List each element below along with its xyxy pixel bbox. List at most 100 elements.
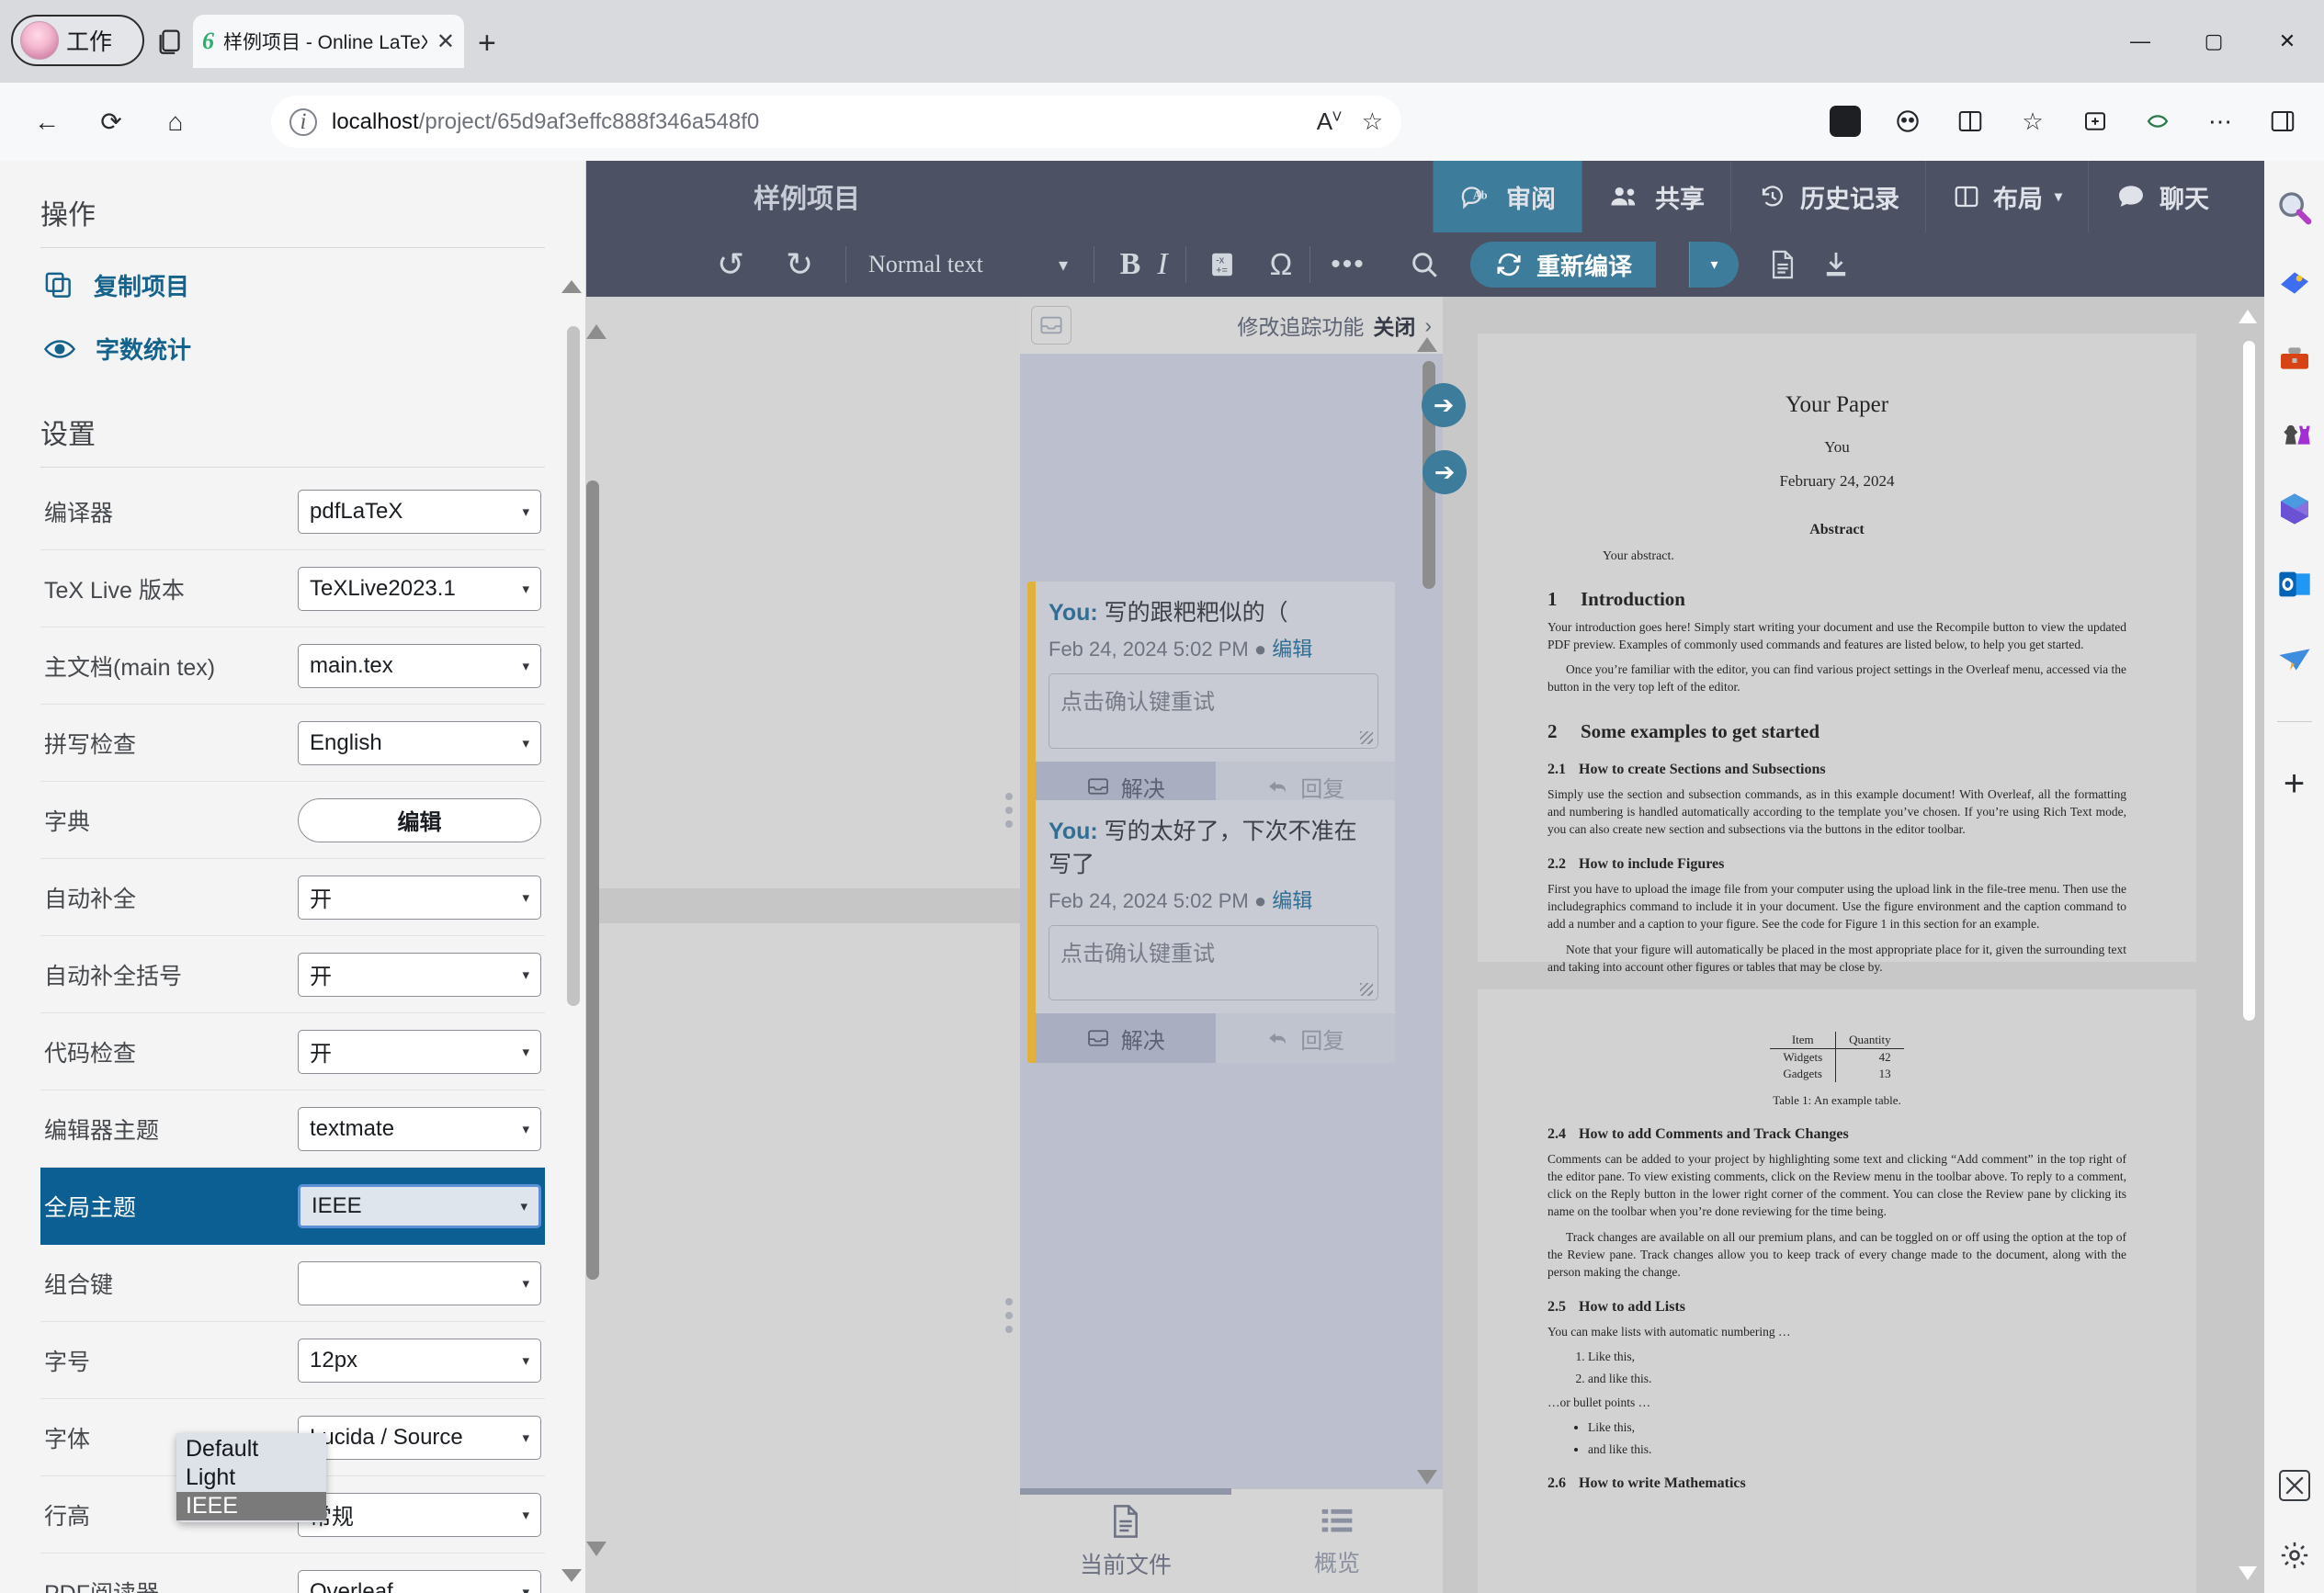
site-info-icon[interactable]: i	[289, 107, 317, 136]
close-window-button[interactable]: ✕	[2250, 0, 2324, 83]
comment-reply-input[interactable]: 点击确认键重试	[1049, 673, 1378, 749]
chevron-down-icon[interactable]: ▾	[1059, 232, 1068, 297]
games-chess-icon[interactable]	[2275, 414, 2314, 453]
minimize-button[interactable]: —	[2103, 0, 2177, 83]
document-icon[interactable]	[1755, 232, 1810, 297]
sidebar-toggle-icon[interactable]	[2254, 94, 2311, 149]
split-window-icon[interactable]	[1942, 94, 1999, 149]
more-options-icon[interactable]: •••	[1316, 232, 1380, 297]
setting-select[interactable]: IEEE ▾	[298, 1183, 541, 1228]
copy-project-action[interactable]: 复制项目	[40, 254, 545, 317]
setting-button[interactable]: 编辑	[298, 797, 541, 842]
setting-select[interactable]: 12px ▾	[298, 1338, 541, 1383]
global-theme-dropdown[interactable]: Default Light IEEE	[176, 1433, 326, 1522]
browser-essentials-icon[interactable]	[2129, 94, 2186, 149]
outlook-icon[interactable]	[2275, 565, 2314, 604]
header-button-review[interactable]: Ab 审阅	[1432, 161, 1581, 232]
pdf-scroll-up-arrow[interactable]	[2239, 310, 2257, 323]
text-style-select[interactable]: Normal text	[841, 251, 983, 278]
toolbox-icon[interactable]	[2275, 339, 2314, 378]
favorite-star-icon[interactable]: ☆	[1362, 107, 1383, 136]
editor-scroll-down-arrow[interactable]	[586, 1542, 607, 1556]
setting-select[interactable]: 常规 ▾	[298, 1492, 541, 1537]
resolve-button[interactable]: 解决	[1036, 1013, 1216, 1063]
more-settings-icon[interactable]: ⋯	[2192, 94, 2249, 149]
comment-edit-link[interactable]: 编辑	[1272, 889, 1312, 912]
tab-overview[interactable]: 概览	[1231, 1489, 1443, 1593]
search-icon[interactable]	[2275, 188, 2314, 227]
tab-current-file[interactable]: 当前文件	[1020, 1488, 1231, 1593]
undo-icon[interactable]: ↺	[717, 232, 744, 297]
setting-select[interactable]: Overleaf ▾	[298, 1569, 541, 1593]
setting-select[interactable]: Lucida / Source ▾	[298, 1415, 541, 1460]
collections-icon[interactable]	[2067, 94, 2124, 149]
editor-scrollbar-thumb[interactable]	[586, 480, 599, 1280]
pane-drag-handle[interactable]	[1005, 793, 1013, 828]
new-tab-button[interactable]: +	[478, 26, 496, 62]
settings-gear-icon[interactable]	[2275, 1536, 2314, 1575]
collapse-left-arrow-button[interactable]: ➔	[1423, 450, 1467, 494]
address-bar[interactable]: i localhost/project/65d9af3effc888f346a5…	[271, 96, 1401, 148]
shopping-tag-icon[interactable]	[2275, 264, 2314, 302]
recompile-options-caret[interactable]: ▾	[1689, 242, 1739, 288]
track-changes-toggle[interactable]: 修改追踪功能 关闭 ›	[1237, 310, 1432, 341]
setting-select[interactable]: TeXLive2023.1 ▾	[298, 566, 541, 611]
expand-right-arrow-button[interactable]: ➔	[1422, 383, 1466, 427]
setting-select[interactable]: 开 ▾	[298, 952, 541, 997]
drawer-scroll-up-arrow[interactable]	[561, 280, 582, 293]
redo-icon[interactable]: ↻	[786, 232, 813, 297]
review-scroll-up-arrow[interactable]	[1417, 337, 1437, 352]
header-button-layout[interactable]: 布局 ▾	[1924, 161, 2088, 232]
reload-icon[interactable]: ⟳	[79, 95, 143, 150]
favorites-icon[interactable]: ☆	[2004, 94, 2061, 149]
header-button-chat[interactable]: 聊天	[2088, 161, 2235, 232]
browser-tab[interactable]: 6 样例项目 - Online LaTeX Editor O ✕	[193, 15, 464, 68]
header-button-history[interactable]: 历史记录	[1729, 161, 1925, 232]
screenshot-icon[interactable]	[2275, 1466, 2314, 1505]
maximize-button[interactable]: ▢	[2177, 0, 2250, 83]
theme-option-default[interactable]: Default	[176, 1435, 326, 1463]
reply-button[interactable]: 回复	[1215, 1013, 1395, 1063]
split-screen-black-icon[interactable]	[1817, 94, 1874, 149]
comment-card[interactable]: You: 写的太好了，下次不准在写了 Feb 24, 2024 5:02 PM …	[1027, 800, 1395, 1063]
setting-select[interactable]: pdfLaTeX ▾	[298, 489, 541, 534]
pdf-scrollbar-thumb[interactable]	[2243, 341, 2255, 1021]
theme-option-ieee[interactable]: IEEE	[176, 1492, 326, 1520]
pane-drag-handle[interactable]	[1005, 1298, 1013, 1333]
drawer-scrollbar-thumb[interactable]	[567, 326, 580, 1006]
setting-select[interactable]: main.tex ▾	[298, 643, 541, 688]
copilot-icon[interactable]	[1879, 94, 1936, 149]
setting-select[interactable]: 开 ▾	[298, 875, 541, 920]
add-sidebar-app-icon[interactable]: +	[2275, 763, 2314, 804]
setting-select[interactable]: ▾	[298, 1260, 541, 1305]
theme-option-light[interactable]: Light	[176, 1463, 326, 1492]
word-count-action[interactable]: 字数统计	[40, 317, 545, 380]
pdf-scroll-down-arrow[interactable]	[2239, 1566, 2257, 1580]
recompile-button[interactable]: 重新编译	[1470, 242, 1657, 288]
chat-bubble-icon	[2119, 186, 2143, 207]
setting-select[interactable]: textmate ▾	[298, 1106, 541, 1151]
header-button-share[interactable]: 共享	[1581, 161, 1730, 232]
download-icon[interactable]	[1808, 232, 1864, 297]
editor-scroll-up-arrow[interactable]	[586, 324, 607, 339]
math-icon[interactable]: -x +=	[1193, 232, 1252, 297]
inbox-icon[interactable]	[1031, 306, 1071, 345]
telegram-paper-plane-icon[interactable]	[2275, 640, 2314, 679]
setting-select[interactable]: 开 ▾	[298, 1029, 541, 1074]
home-icon[interactable]: ⌂	[143, 95, 208, 150]
drawer-scroll-down-arrow[interactable]	[561, 1569, 582, 1582]
review-scroll-down-arrow[interactable]	[1417, 1470, 1437, 1485]
profile-pill[interactable]: 工作	[11, 15, 144, 66]
comment-card[interactable]: You: 写的跟粑粑似的（ Feb 24, 2024 5:02 PM ● 编辑 …	[1027, 582, 1395, 811]
comment-edit-link[interactable]: 编辑	[1272, 638, 1312, 661]
pdf-preview-pane[interactable]: Your Paper You February 24, 2024 Abstrac…	[1443, 297, 2264, 1593]
back-icon[interactable]: ←	[15, 95, 79, 150]
setting-select[interactable]: English ▾	[298, 720, 541, 765]
tab-collections-icon[interactable]	[152, 22, 190, 61]
comment-reply-input[interactable]: 点击确认键重试	[1049, 925, 1378, 1000]
search-icon[interactable]	[1388, 232, 1461, 297]
microsoft365-icon[interactable]	[2275, 490, 2314, 528]
close-icon[interactable]: ✕	[436, 28, 455, 55]
read-aloud-icon[interactable]: Aᐯ	[1317, 107, 1342, 136]
symbol-omega-icon[interactable]: Ω	[1252, 232, 1310, 297]
